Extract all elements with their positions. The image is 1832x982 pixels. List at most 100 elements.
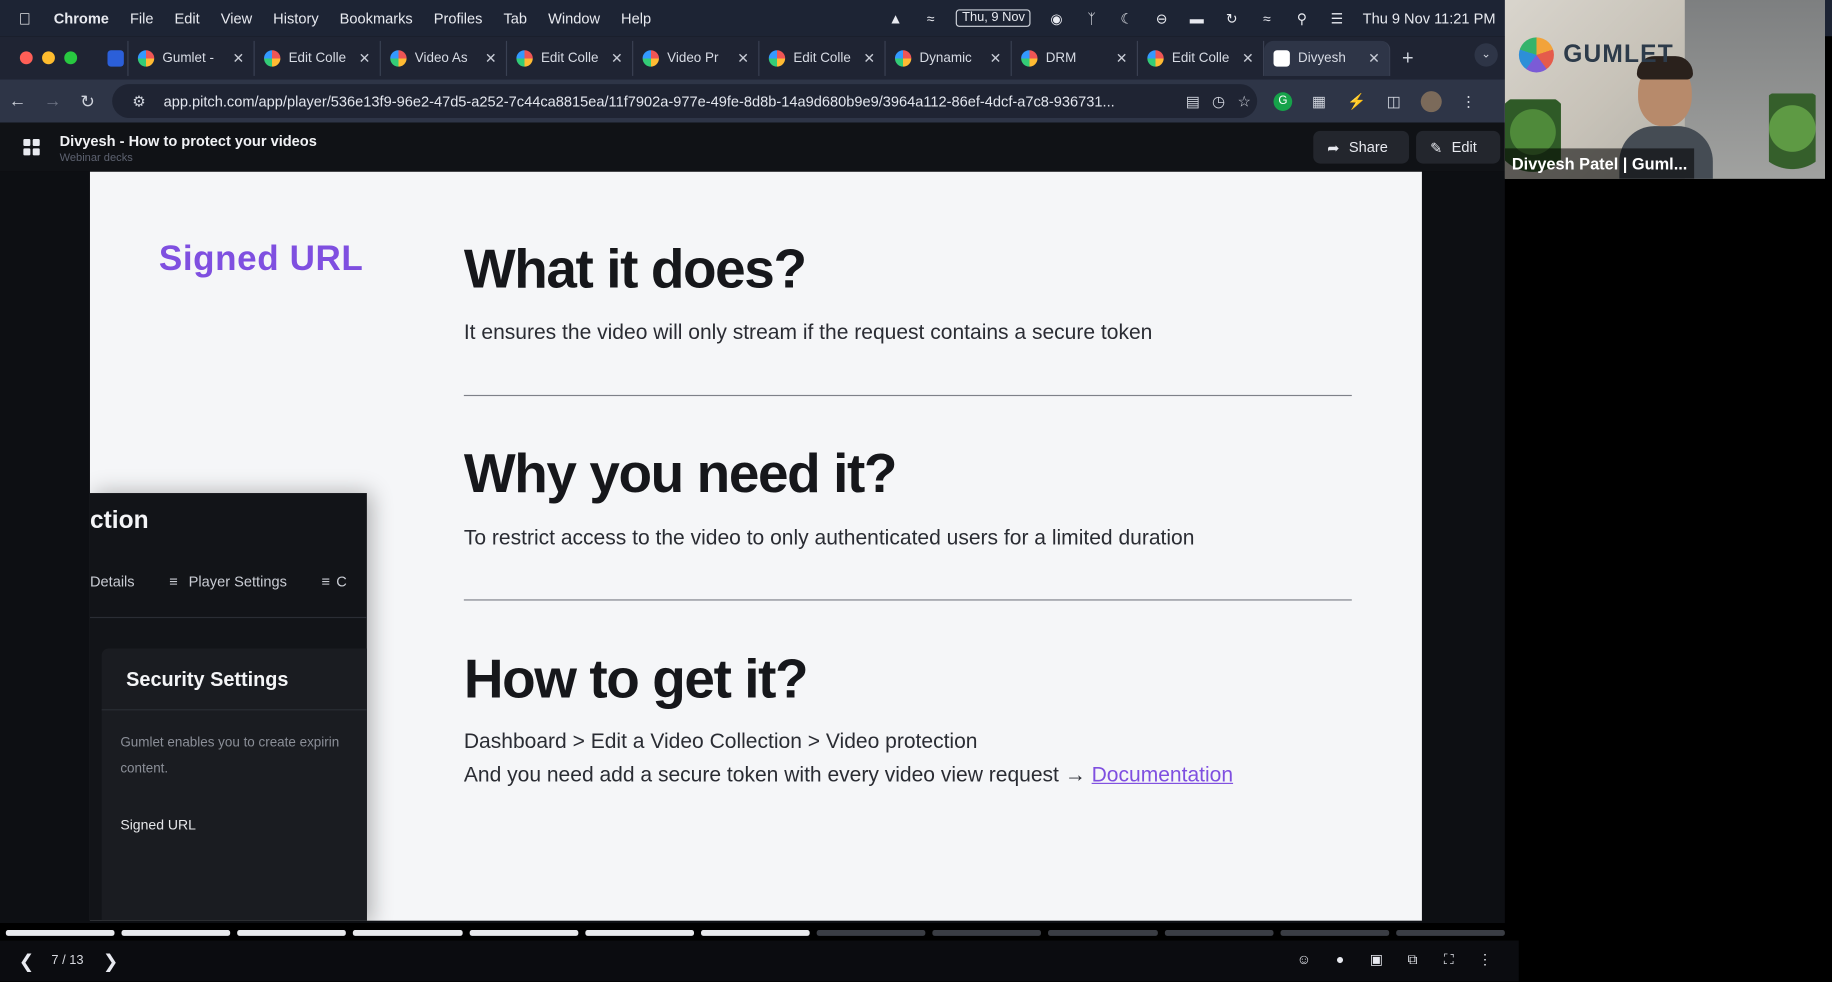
menu-bookmarks[interactable]: Bookmarks bbox=[340, 10, 413, 26]
browser-tab[interactable]: Video As ✕ bbox=[381, 40, 508, 76]
gumlet-favicon-icon bbox=[768, 49, 786, 67]
menu-file[interactable]: File bbox=[130, 10, 154, 26]
close-window-icon[interactable] bbox=[19, 51, 33, 65]
close-tab-icon[interactable]: ✕ bbox=[230, 50, 246, 66]
browser-tab[interactable]: Edit Colle ✕ bbox=[255, 40, 381, 76]
share-arrow-icon: ➦ bbox=[1327, 139, 1340, 156]
menu-bar-clock[interactable]: Thu 9 Nov 11:21 PM bbox=[1363, 10, 1496, 26]
grammarly-extension-icon[interactable]: G bbox=[1273, 91, 1293, 111]
browser-tab[interactable]: Edit Colle ✕ bbox=[1138, 40, 1265, 76]
date-badge[interactable]: Thu, 9 Nov bbox=[956, 9, 1031, 27]
close-tab-icon[interactable]: ✕ bbox=[861, 50, 877, 66]
gumlet-favicon-icon bbox=[264, 49, 281, 67]
browser-tab[interactable]: Dynamic ✕ bbox=[886, 40, 1012, 76]
performance-icon[interactable]: ◷ bbox=[1206, 92, 1232, 111]
documentation-link[interactable]: Documentation bbox=[1092, 763, 1233, 786]
pitch-status-icon[interactable]: ◉ bbox=[1047, 10, 1066, 26]
airdrop-icon[interactable]: ≈ bbox=[921, 10, 940, 26]
focus-moon-icon[interactable]: ☾ bbox=[1117, 10, 1136, 26]
bookmark-star-icon[interactable]: ☆ bbox=[1231, 92, 1257, 111]
progress-segment[interactable] bbox=[353, 930, 463, 936]
progress-segment[interactable] bbox=[585, 930, 694, 936]
url-text[interactable]: app.pitch.com/app/player/536e13f9-96e2-4… bbox=[164, 93, 1180, 109]
close-tab-icon[interactable]: ✕ bbox=[356, 50, 372, 66]
extension-icon[interactable]: ⚡ bbox=[1346, 91, 1367, 112]
new-tab-icon[interactable]: + bbox=[1402, 46, 1414, 69]
progress-segment[interactable] bbox=[237, 930, 347, 936]
reactions-icon[interactable]: ☺ bbox=[1293, 951, 1314, 970]
signed-url-option: Signed URL bbox=[120, 816, 196, 834]
time-machine-icon[interactable]: ↻ bbox=[1222, 10, 1241, 26]
close-tab-icon[interactable]: ✕ bbox=[1366, 50, 1382, 66]
progress-segment[interactable] bbox=[932, 930, 1042, 936]
apple-icon[interactable]:  bbox=[19, 10, 35, 26]
comments-icon[interactable]: ● bbox=[1330, 951, 1351, 970]
control-center-icon[interactable]: ☰ bbox=[1328, 10, 1347, 26]
tab-search-icon[interactable]: ⌄ bbox=[1474, 43, 1498, 67]
more-options-icon[interactable]: ⋮ bbox=[1474, 951, 1495, 970]
menu-profiles[interactable]: Profiles bbox=[434, 10, 483, 26]
site-settings-icon[interactable]: ⚙ bbox=[126, 92, 152, 111]
share-button[interactable]: ➦ Share bbox=[1313, 130, 1410, 164]
battery-icon[interactable]: ▬ bbox=[1187, 10, 1206, 26]
browser-tab[interactable]: DRM ✕ bbox=[1012, 40, 1138, 76]
browser-tab[interactable]: Video Pr ✕ bbox=[633, 40, 760, 76]
close-tab-icon[interactable]: ✕ bbox=[1240, 50, 1256, 66]
progress-segment[interactable] bbox=[1280, 930, 1390, 936]
close-tab-icon[interactable]: ✕ bbox=[735, 50, 751, 66]
maximize-window-icon[interactable] bbox=[64, 51, 78, 65]
slide-stage: Signed URL What it does? It ensures the … bbox=[0, 171, 1505, 924]
menu-tab[interactable]: Tab bbox=[503, 10, 527, 26]
pinned-tab[interactable] bbox=[100, 40, 129, 76]
spotlight-search-icon[interactable]: ⚲ bbox=[1293, 10, 1312, 26]
browser-tab[interactable]: Gumlet - ✕ bbox=[129, 40, 255, 76]
browser-tab-active[interactable]: Divyesh ✕ bbox=[1264, 40, 1391, 76]
progress-segment[interactable] bbox=[1048, 930, 1158, 936]
close-tab-icon[interactable]: ✕ bbox=[987, 50, 1003, 66]
address-bar[interactable]: ⚙ app.pitch.com/app/player/536e13f9-96e2… bbox=[112, 84, 1258, 119]
progress-segment[interactable] bbox=[469, 930, 579, 936]
do-not-disturb-icon[interactable]: ⊖ bbox=[1152, 10, 1171, 26]
browser-tab[interactable]: Edit Colle ✕ bbox=[507, 40, 634, 76]
apps-grid-icon[interactable] bbox=[23, 139, 40, 156]
side-panel-icon[interactable]: ◫ bbox=[1383, 91, 1404, 112]
presenter-view-icon[interactable]: ▣ bbox=[1366, 951, 1387, 970]
menu-history[interactable]: History bbox=[273, 10, 318, 26]
bluetooth-icon[interactable]: ᛉ bbox=[1082, 10, 1101, 26]
progress-segment[interactable] bbox=[1396, 930, 1505, 936]
tab-title: Edit Colle bbox=[1171, 50, 1230, 65]
close-tab-icon[interactable]: ✕ bbox=[483, 50, 499, 66]
chrome-menu-icon[interactable]: ⋮ bbox=[1458, 91, 1479, 112]
tab-title: Gumlet - bbox=[162, 50, 214, 65]
close-tab-icon[interactable]: ✕ bbox=[1113, 50, 1129, 66]
menu-view[interactable]: View bbox=[221, 10, 252, 26]
edit-button[interactable]: ✎ Edit bbox=[1416, 130, 1501, 164]
close-tab-icon[interactable]: ✕ bbox=[609, 50, 625, 66]
menu-window[interactable]: Window bbox=[548, 10, 600, 26]
minimize-window-icon[interactable] bbox=[42, 51, 55, 65]
reload-icon[interactable]: ↻ bbox=[70, 91, 105, 112]
progress-segment[interactable] bbox=[700, 930, 810, 936]
progress-segment[interactable] bbox=[5, 930, 115, 936]
menu-edit[interactable]: Edit bbox=[175, 10, 200, 26]
screen-record-icon[interactable]: ▲ bbox=[886, 10, 905, 26]
description-line-2: content. bbox=[120, 761, 169, 776]
picture-in-picture-icon[interactable]: ⧉ bbox=[1402, 951, 1423, 970]
fullscreen-icon[interactable]: ⛶ bbox=[1438, 951, 1459, 970]
profile-avatar[interactable] bbox=[1420, 90, 1442, 112]
menu-app-name[interactable]: Chrome bbox=[54, 10, 109, 26]
menu-help[interactable]: Help bbox=[621, 10, 651, 26]
progress-segment[interactable] bbox=[1164, 930, 1274, 936]
progress-segment[interactable] bbox=[121, 930, 231, 936]
browser-tab[interactable]: Edit Colle ✕ bbox=[759, 40, 886, 76]
extensions-puzzle-icon[interactable]: ▦ bbox=[1309, 91, 1330, 112]
back-icon[interactable]: ← bbox=[0, 91, 35, 111]
install-app-icon[interactable]: ▤ bbox=[1180, 92, 1206, 111]
next-slide-icon[interactable]: ❯ bbox=[103, 950, 119, 973]
gumlet-favicon-icon bbox=[137, 49, 155, 67]
previous-slide-icon[interactable]: ❮ bbox=[19, 950, 35, 973]
forward-icon[interactable]: → bbox=[35, 91, 70, 111]
deck-subtitle[interactable]: Webinar decks bbox=[60, 152, 133, 165]
progress-segment[interactable] bbox=[816, 930, 926, 936]
wifi-icon[interactable]: ≈ bbox=[1257, 10, 1276, 26]
